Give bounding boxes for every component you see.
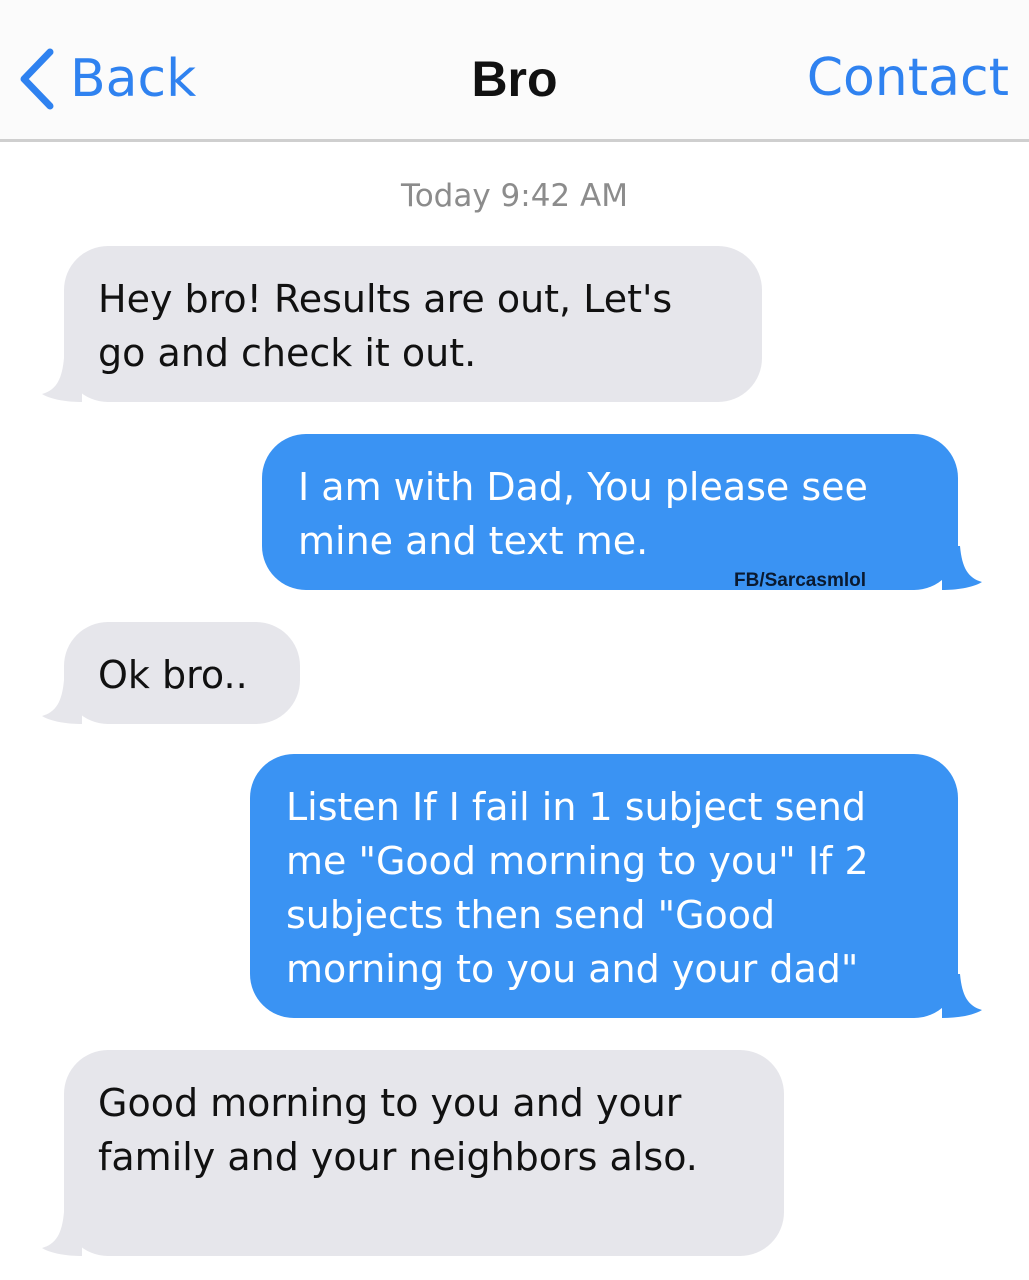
bubble-tail (42, 358, 82, 402)
watermark-text: FB/Sarcasmlol (734, 570, 866, 591)
message-text: Hey bro! Results are out, Let's go and c… (98, 277, 673, 375)
message-text: Ok bro.. (98, 653, 248, 697)
outgoing-message-bubble[interactable]: I am with Dad, You please see mine and t… (262, 434, 982, 591)
bubble-tail (42, 1212, 82, 1256)
incoming-message-bubble[interactable]: Hey bro! Results are out, Let's go and c… (42, 246, 762, 402)
contact-button[interactable]: Contact (807, 48, 1009, 108)
incoming-message-bubble[interactable]: Ok bro.. (42, 622, 300, 724)
message-timestamp: Today 9:42 AM (401, 178, 628, 214)
incoming-message-bubble[interactable]: Good morning to you and your family and … (42, 1050, 784, 1256)
message-text: I am with Dad, You please see mine and t… (298, 465, 868, 563)
navigation-bar: Back Bro Contact (0, 0, 1029, 142)
bubble-tail (42, 680, 82, 724)
outgoing-message-bubble[interactable]: Listen If I fail in 1 subject send me "G… (250, 754, 982, 1018)
bubble-tail (942, 546, 982, 590)
message-text: Listen If I fail in 1 subject send me "G… (286, 785, 869, 991)
bubble-tail (942, 974, 982, 1018)
message-text: Good morning to you and your family and … (98, 1081, 698, 1179)
